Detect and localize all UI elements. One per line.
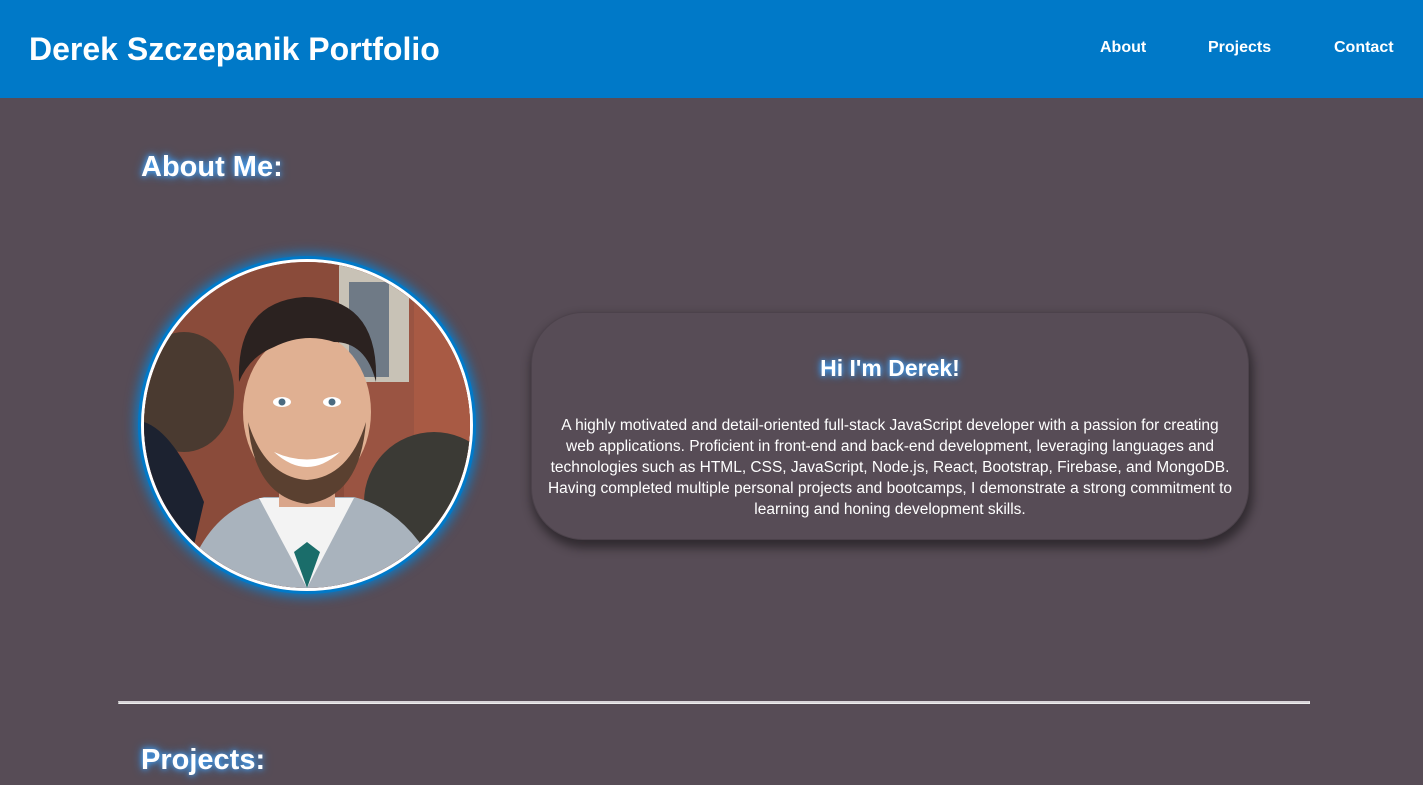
nav-link-projects[interactable]: Projects — [1208, 38, 1271, 58]
about-heading: About Me: — [141, 151, 283, 183]
nav-link-contact[interactable]: Contact — [1334, 38, 1394, 58]
projects-heading: Projects: — [141, 744, 266, 776]
bio-text: A highly motivated and detail-oriented f… — [547, 417, 1233, 518]
profile-photo-image — [144, 262, 470, 588]
site-title[interactable]: Derek Szczepanik Portfolio — [29, 30, 440, 68]
section-divider — [118, 701, 1310, 704]
bio-card: Hi I'm Derek! A highly motivated and det… — [531, 312, 1249, 540]
site-header: Derek Szczepanik Portfolio About Project… — [0, 0, 1423, 98]
nav-link-about[interactable]: About — [1100, 38, 1146, 58]
profile-photo — [141, 259, 473, 591]
bio-greeting: Hi I'm Derek! — [820, 355, 960, 381]
